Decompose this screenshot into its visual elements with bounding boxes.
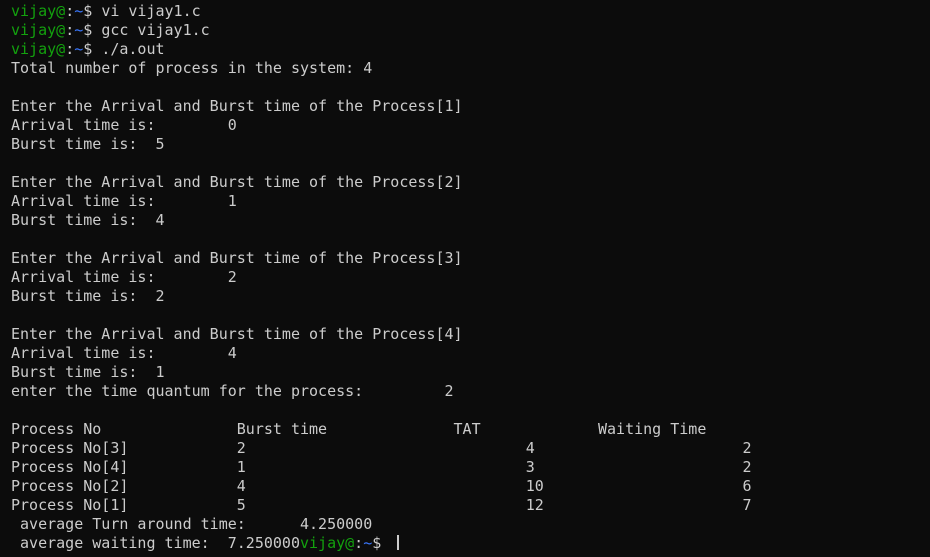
process-header: Enter the Arrival and Burst time of the … — [11, 97, 463, 115]
prompt-path: ~ — [74, 2, 84, 20]
table-header: Process No Burst time TAT Waiting Time — [11, 420, 707, 438]
process-header: Enter the Arrival and Burst time of the … — [11, 249, 463, 267]
prompt-colon: : — [354, 534, 364, 552]
table-row: Process No[3] 2 4 2 — [11, 439, 752, 457]
process-header: Enter the Arrival and Burst time of the … — [11, 325, 463, 343]
arrival-time-line: Arrival time is: 2 — [11, 268, 237, 286]
prompt-path: ~ — [74, 40, 84, 58]
total-process-line: Total number of process in the system: 4 — [11, 59, 373, 77]
prompt-colon: : — [65, 21, 75, 39]
prompt-user: vijay@ — [11, 21, 66, 39]
burst-time-line: Burst time is: 1 — [11, 363, 165, 381]
burst-time-line: Burst time is: 4 — [11, 211, 165, 229]
prompt-user: vijay@ — [11, 2, 66, 20]
prompt-symbol: $ — [83, 40, 102, 58]
burst-time-line: Burst time is: 5 — [11, 135, 165, 153]
command-line-1: vijay@:~$ vi vijay1.c — [11, 2, 930, 21]
quantum-line: enter the time quantum for the process: … — [11, 382, 454, 400]
command-text: gcc vijay1.c — [101, 21, 210, 39]
prompt-colon: : — [65, 2, 75, 20]
table-row: Process No[1] 5 12 7 — [11, 496, 752, 514]
final-prompt-line[interactable]: average waiting time: 7.250000vijay@:~$ — [11, 534, 930, 553]
process-header: Enter the Arrival and Burst time of the … — [11, 173, 463, 191]
burst-time-line: Burst time is: 2 — [11, 287, 165, 305]
command-line-3: vijay@:~$ ./a.out — [11, 40, 930, 59]
command-text: ./a.out — [101, 40, 165, 58]
prompt-path: ~ — [74, 21, 84, 39]
arrival-time-line: Arrival time is: 4 — [11, 344, 237, 362]
average-tat-line: average Turn around time: 4.250000 — [11, 515, 373, 533]
terminal-window[interactable]: vijay@:~$ vi vijay1.c vijay@:~$ gcc vija… — [0, 0, 930, 557]
command-line-2: vijay@:~$ gcc vijay1.c — [11, 21, 930, 40]
table-row: Process No[4] 1 3 2 — [11, 458, 752, 476]
prompt-symbol: $ — [372, 534, 391, 552]
arrival-time-line: Arrival time is: 1 — [11, 192, 237, 210]
table-row: Process No[2] 4 10 6 — [11, 477, 752, 495]
prompt-symbol: $ — [83, 21, 102, 39]
prompt-user: vijay@ — [299, 534, 355, 552]
command-text: vi vijay1.c — [101, 2, 201, 20]
prompt-symbol: $ — [83, 2, 102, 20]
prompt-path: ~ — [363, 534, 373, 552]
text-cursor — [397, 535, 400, 550]
average-waiting-time: average waiting time: 7.250000 — [11, 534, 300, 552]
arrival-time-line: Arrival time is: 0 — [11, 116, 237, 134]
prompt-user: vijay@ — [11, 40, 66, 58]
prompt-colon: : — [65, 40, 75, 58]
